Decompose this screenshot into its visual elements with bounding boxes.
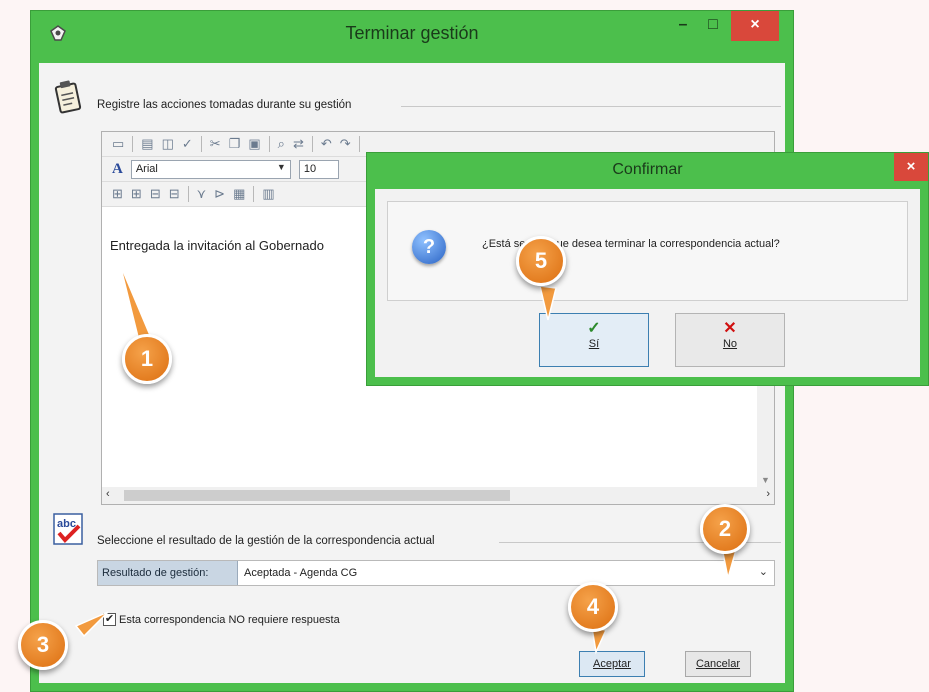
- callout-badge: 1: [122, 334, 172, 384]
- callout-badge: 2: [700, 504, 750, 554]
- callout-badge: 3: [18, 620, 68, 670]
- callout-badge: 5: [516, 236, 566, 286]
- callout-badge: 4: [568, 582, 618, 632]
